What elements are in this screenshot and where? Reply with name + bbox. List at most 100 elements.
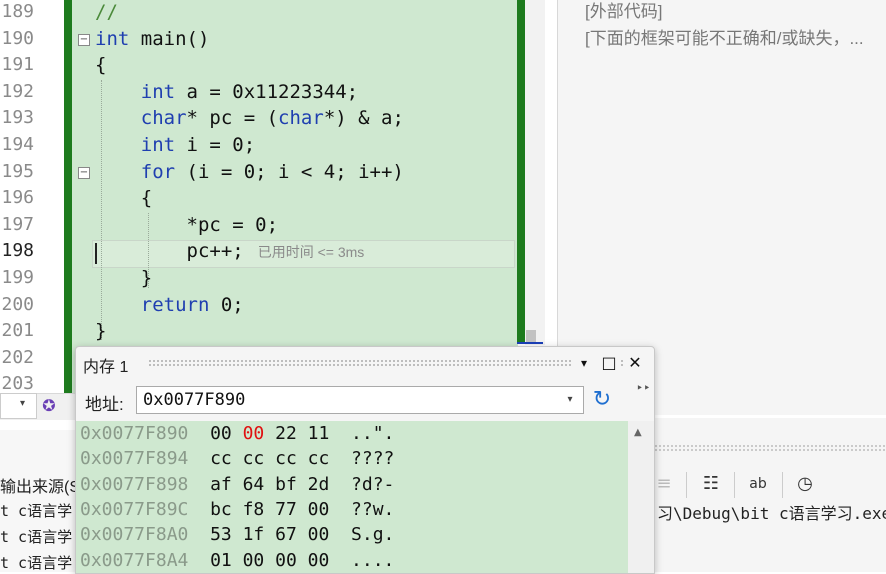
fold-toggle-main[interactable]: − [78,34,90,46]
code-line[interactable]: int i = 0; [95,132,255,159]
memory-address: 0x0077F898 [80,473,189,495]
code-line[interactable]: } [95,318,106,345]
memory-byte[interactable]: cc [210,448,232,469]
chevron-down-icon: ▾ [20,398,26,409]
code-line[interactable]: // [95,0,118,26]
memory-byte[interactable]: 64 [243,474,265,495]
code-line[interactable]: *pc = 0; [95,212,279,239]
editor-vertical-scrollbar[interactable] [525,0,545,345]
memory-title-grip[interactable] [148,359,638,367]
keyword-token: int [140,134,176,156]
memory-byte[interactable]: 2d [308,474,330,495]
memory-row[interactable]: 0x0077F89C bc f8 77 00 ??w. [80,497,394,522]
address-input[interactable]: 0x0077F890 [136,386,584,414]
memory-byte[interactable]: bc [210,499,232,520]
memory-window[interactable]: 内存 1 ▾ □ ✕ 地址: 0x0077F890 ▾ ↻ ‣‣ 0x0077F… [75,346,655,574]
memory-row[interactable]: 0x0077F898 af 64 bf 2d ?d?- [80,472,394,497]
code-editor[interactable]: − − 189 190 191 192 193 194 195 196 197 198 199 200… [0,0,545,393]
memory-byte[interactable]: 00 [210,423,232,444]
memory-address: 0x0077F8A0 [80,524,189,546]
memory-row[interactable]: 0x0077F894 cc cc cc cc ???? [80,446,394,471]
line-number: 194 [1,134,34,155]
keyword-token: int [140,80,176,103]
code-token: } [95,320,107,343]
code-line[interactable]: { [95,185,152,212]
code-token: *pc = 0; [95,213,279,236]
line-number: 195 [1,160,34,182]
refresh-icon[interactable]: ↻ [588,386,616,414]
line-number: 189 [1,1,34,22]
keyword-token: char [140,107,187,130]
code-line[interactable]: } [95,265,152,292]
memory-byte[interactable]: 01 [210,550,232,571]
callstack-note: [下面的框架可能不正确和/或缺失，... [585,29,864,48]
memory-byte[interactable]: 67 [275,524,297,545]
code-line[interactable]: int main() [95,26,209,53]
line-number: 191 [1,54,34,76]
toolbar-separator [686,472,687,498]
code-token: *) & a; [323,107,404,130]
output-line: t c语言学 [0,528,73,546]
output-source-label: 输出来源(S [0,479,81,496]
code-line[interactable]: char* pc = (char*) & a; [95,105,404,132]
memory-ascii: .... [351,549,395,571]
copilot-icon[interactable]: ✪ [38,396,60,418]
perf-tip[interactable]: 已用时间 <= 3ms [258,244,365,260]
chevron-down-icon[interactable]: ▾ [562,388,578,412]
memory-byte[interactable]: 00 [275,550,297,571]
memory-byte[interactable]: 00 [308,524,330,545]
callstack-external-frame[interactable]: [外部代码] [585,0,662,22]
memory-row[interactable]: 0x0077F8A0 53 1f 67 00 S.g. [80,522,394,547]
more-options-icon[interactable]: ‣‣ [636,381,650,395]
memory-byte[interactable]: 22 [275,423,297,444]
scroll-up-icon[interactable]: ▲ [634,427,642,438]
memory-byte[interactable]: 1f [243,524,265,545]
memory-scrollbar[interactable] [628,421,654,573]
code-line[interactable]: pc++; 已用时间 <= 3ms [95,238,365,265]
line-number: 200 [1,293,34,315]
code-line[interactable]: return 0; [95,292,244,319]
word-wrap-icon[interactable]: ab [744,470,772,498]
code-token: { [95,187,153,210]
memory-byte[interactable]: cc [308,448,330,469]
memory-byte[interactable]: 77 [275,499,297,520]
code-token: * pc = ( [186,107,279,130]
clock-icon[interactable]: ◷ [791,470,819,498]
memory-byte[interactable]: f8 [243,499,265,520]
maximize-icon[interactable]: □ [597,351,621,375]
memory-byte[interactable]: 00 [308,499,330,520]
code-line[interactable]: int a = 0x11223344; [95,79,358,106]
window-position-icon[interactable]: ▾ [572,351,596,375]
toolbar-separator [734,472,735,498]
code-token: i = 0; [175,134,256,156]
line-number: 203 [1,373,34,393]
code-line[interactable]: for (i = 0; i < 4; i++) [95,159,404,186]
memory-byte[interactable]: 11 [308,423,330,444]
memory-byte[interactable]: 00 [308,550,330,571]
memory-byte[interactable]: cc [275,448,297,469]
clear-all-icon[interactable]: ☷ [697,470,725,498]
line-number: 196 [1,187,34,209]
memory-byte[interactable]: 00 [243,550,265,571]
memory-byte[interactable]: 00 [243,423,265,444]
memory-ascii: S.g. [351,524,395,546]
memory-row[interactable]: 0x0077F8A4 01 00 00 00 .... [80,548,394,573]
fold-toggle-for[interactable]: − [78,167,90,179]
zoom-dropdown[interactable] [0,393,37,419]
code-token: (i = 0; i < 4; i++) [175,160,404,183]
keyword-token: for [140,160,176,183]
memory-window-title: 内存 1 [83,359,129,376]
memory-row[interactable]: 0x0077F890 00 00 22 11 ..". [80,421,394,446]
keyword-token: char [278,107,324,130]
memory-byte[interactable]: 53 [210,524,232,545]
memory-byte[interactable]: cc [243,448,265,469]
change-bar-right [517,0,525,343]
code-line[interactable]: { [95,52,106,79]
memory-byte[interactable]: af [210,474,232,495]
memory-byte[interactable]: bf [275,474,297,495]
close-icon[interactable]: ✕ [623,351,647,375]
memory-grid[interactable]: 0x0077F890 00 00 22 11 ..". 0x0077F894 cc… [76,421,628,573]
